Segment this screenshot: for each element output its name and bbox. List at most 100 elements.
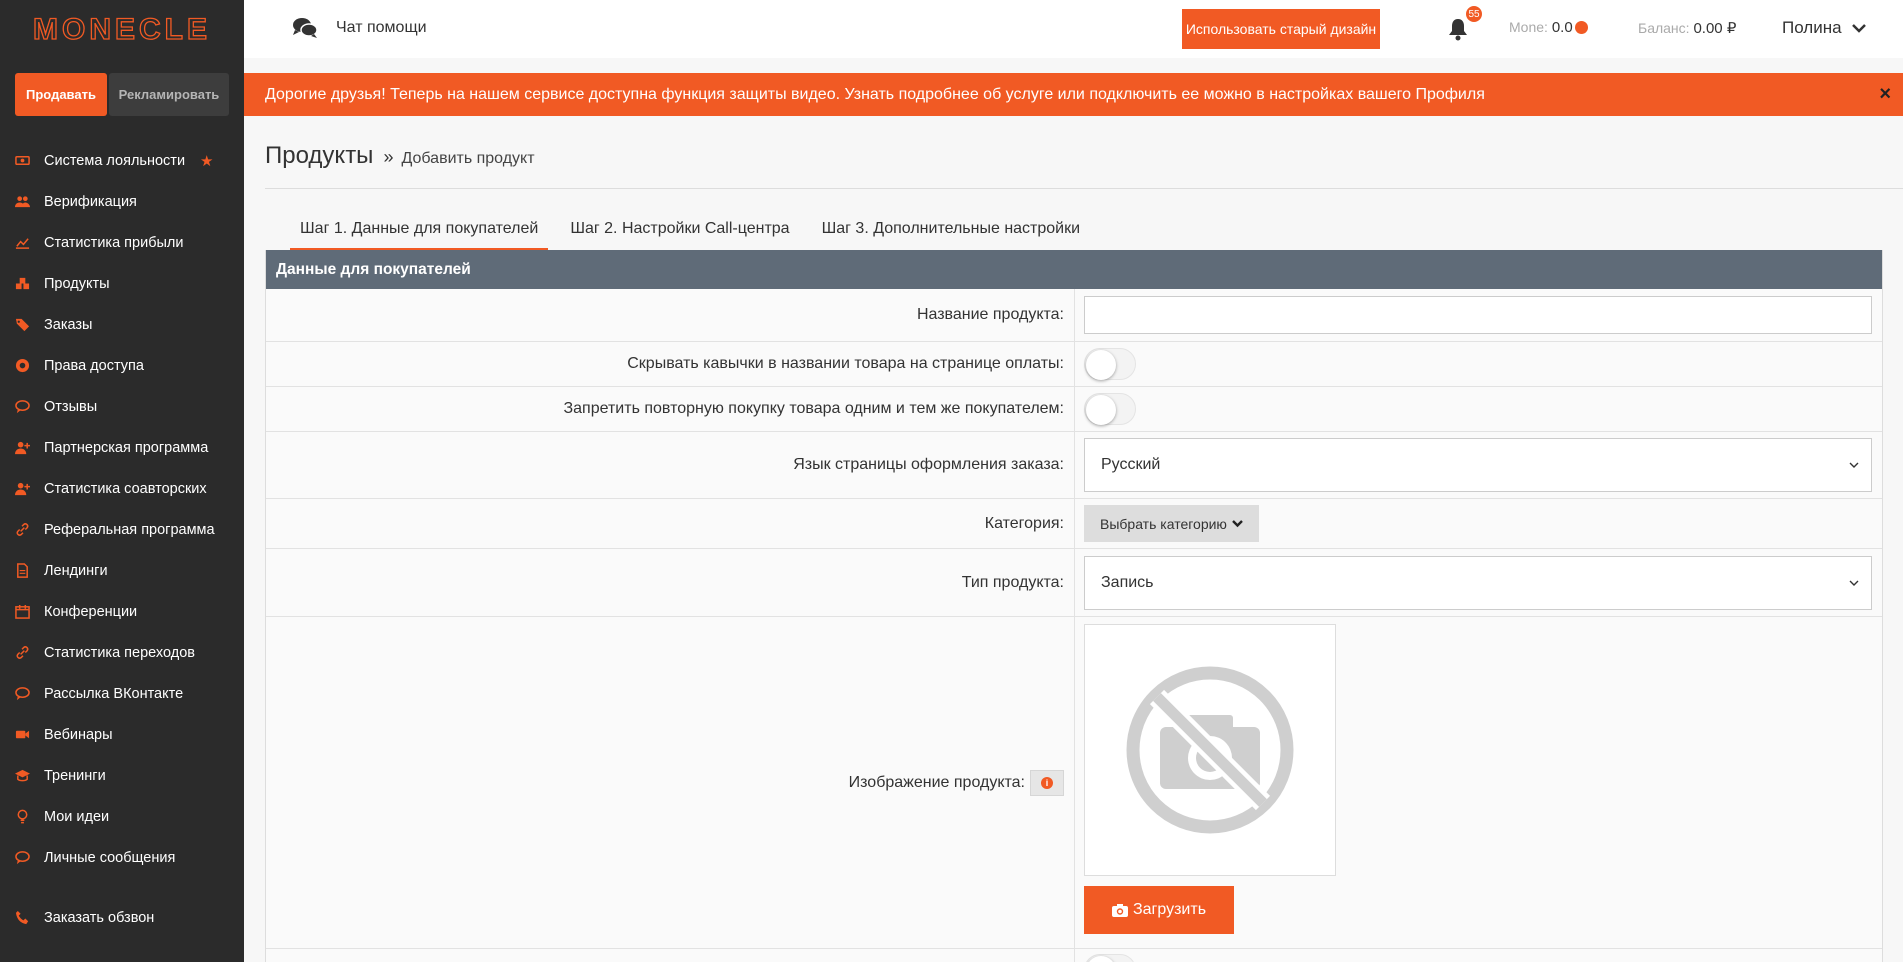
- comments-icon: [14, 686, 30, 702]
- form-row-category: Категория: Выбрать категорию: [266, 499, 1882, 549]
- user-plus-icon: [14, 481, 30, 497]
- video-icon: [14, 727, 30, 743]
- file-icon: [14, 563, 30, 579]
- toggle-knob: [1086, 395, 1116, 425]
- form-row-hide-quotes: Скрывать кавычки в названии товара на ст…: [266, 342, 1882, 387]
- comments-icon: [14, 399, 30, 415]
- logo-text: MONECLE: [32, 12, 211, 46]
- next-row-label: [266, 949, 1075, 962]
- hide-quotes-toggle[interactable]: [1084, 348, 1136, 380]
- tab-step-2[interactable]: Шаг 2. Настройки Call-центра: [560, 218, 799, 251]
- breadcrumb-separator: »: [383, 147, 394, 167]
- users-icon: [14, 194, 30, 210]
- product-type-value: Запись: [1101, 573, 1154, 591]
- form-row-product-type: Тип продукта: Запись: [266, 549, 1882, 617]
- star-icon[interactable]: ★: [200, 152, 213, 170]
- line-chart-icon: [14, 235, 30, 251]
- sidebar-item-label: Тренинги: [44, 767, 106, 784]
- sidebar-item-order-call[interactable]: Заказать обзвон: [0, 897, 154, 938]
- forbid-repeat-label: Запретить повторную покупку товара одним…: [266, 387, 1075, 431]
- notification-badge: 55: [1466, 6, 1482, 22]
- sidebar-item-vk-mailing[interactable]: Рассылка ВКонтакте: [0, 673, 244, 714]
- user-menu[interactable]: Полина: [1782, 18, 1866, 38]
- choose-category-button[interactable]: Выбрать категорию: [1084, 505, 1259, 542]
- sidebar-item-landings[interactable]: Лендинги: [0, 550, 244, 591]
- sidebar-item-traffic-stats[interactable]: Статистика переходов: [0, 632, 244, 673]
- phone-icon: [14, 910, 30, 926]
- link-icon: [14, 522, 30, 538]
- tab-step-3[interactable]: Шаг 3. Дополнительные настройки: [812, 218, 1090, 251]
- help-chat-link[interactable]: Чат помощи: [292, 17, 427, 39]
- sidebar-item-partner-program[interactable]: Партнерская программа: [0, 427, 244, 468]
- language-select[interactable]: Русский: [1084, 438, 1872, 492]
- announcement-banner: Дорогие друзья! Теперь на нашем сервисе …: [244, 73, 1903, 116]
- sidebar-item-label: Лендинги: [44, 562, 108, 579]
- breadcrumb-current: Добавить продукт: [401, 150, 535, 167]
- choose-category-label: Выбрать категорию: [1100, 515, 1227, 532]
- lightbulb-icon: [14, 809, 30, 825]
- sidebar-item-label: Мои идеи: [44, 808, 110, 825]
- product-name-label: Название продукта:: [266, 289, 1075, 341]
- comments-icon: [293, 18, 318, 38]
- sidebar-item-label: Партнерская программа: [44, 439, 209, 456]
- monne-balance: Monе: 0.0: [1509, 19, 1588, 36]
- sidebar-item-label: Статистика переходов: [44, 644, 195, 661]
- sidebar-item-coauthor-stats[interactable]: Статистика соавторских: [0, 468, 244, 509]
- product-name-input[interactable]: [1084, 296, 1872, 334]
- help-chat-label: Чат помощи: [336, 19, 427, 36]
- sidebar-item-products[interactable]: Продукты: [0, 263, 244, 304]
- next-toggle[interactable]: [1084, 954, 1136, 962]
- cubes-icon: [14, 276, 30, 292]
- sidebar-item-label: Отзывы: [44, 398, 98, 415]
- product-type-select[interactable]: Запись: [1084, 555, 1872, 610]
- close-icon[interactable]: ×: [1879, 84, 1891, 104]
- chevron-down-icon: [1232, 519, 1243, 527]
- balance: Баланс: 0.00 ₽: [1638, 19, 1736, 37]
- chevron-down-icon: [1851, 24, 1866, 33]
- product-image-label-cell: Изображение продукта: i: [266, 617, 1075, 948]
- advertise-button[interactable]: Рекламировать: [109, 73, 229, 116]
- form-row-forbid-repeat: Запретить повторную покупку товара одним…: [266, 387, 1882, 432]
- bell-icon[interactable]: [1447, 17, 1469, 41]
- sidebar-item-conferences[interactable]: Конференции: [0, 591, 244, 632]
- sidebar-item-label: Реферальная программа: [44, 521, 215, 538]
- sidebar-item-webinars[interactable]: Вебинары: [0, 714, 244, 755]
- sidebar-item-label: Заказы: [44, 316, 93, 333]
- sidebar-item-trainings[interactable]: Тренинги: [0, 755, 244, 796]
- graduation-cap-icon: [14, 768, 30, 784]
- breadcrumb: Продукты » Добавить продукт: [265, 142, 535, 170]
- tab-step-1[interactable]: Шаг 1. Данные для покупателей: [290, 218, 549, 251]
- sidebar-item-referral-program[interactable]: Реферальная программа: [0, 509, 244, 550]
- divider: [265, 188, 1903, 189]
- sidebar-item-access-rights[interactable]: Права доступа: [0, 345, 244, 386]
- sidebar-item-reviews[interactable]: Отзывы: [0, 386, 244, 427]
- language-value: Русский: [1101, 456, 1161, 473]
- category-label: Категория:: [266, 499, 1075, 548]
- sidebar-item-messages[interactable]: Личные сообщения: [0, 837, 244, 878]
- sidebar-item-label: Статистика соавторских: [44, 480, 207, 497]
- product-image-label: Изображение продукта:: [848, 773, 1025, 791]
- sidebar-item-label: Личные сообщения: [44, 849, 176, 866]
- sidebar-item-verification[interactable]: Верификация: [0, 181, 244, 222]
- sidebar-item-profit-stats[interactable]: Статистика прибыли: [0, 222, 244, 263]
- sidebar-item-my-ideas[interactable]: Мои идеи: [0, 796, 244, 837]
- sidebar-item-orders[interactable]: Заказы: [0, 304, 244, 345]
- sidebar-item-label: Права доступа: [44, 357, 144, 374]
- logo[interactable]: MONECLE: [0, 0, 244, 60]
- page-title[interactable]: Продукты: [265, 142, 373, 170]
- sell-button[interactable]: Продавать: [15, 73, 107, 116]
- banner-text: Дорогие друзья! Теперь на нашем сервисе …: [265, 85, 1485, 103]
- use-old-design-button[interactable]: Использовать старый дизайн: [1182, 9, 1380, 49]
- upload-label: Загрузить: [1132, 901, 1207, 918]
- info-button[interactable]: i: [1030, 769, 1064, 796]
- chevron-down-icon: [1849, 462, 1859, 468]
- sidebar-item-loyalty[interactable]: Система лояльности ★: [0, 140, 244, 181]
- sidebar-item-label: Верификация: [44, 193, 137, 210]
- sidebar-item-label: Конференции: [44, 603, 138, 620]
- image-placeholder: [1084, 624, 1336, 876]
- sidebar-item-label: Вебинары: [44, 726, 113, 743]
- upload-button[interactable]: Загрузить: [1084, 886, 1234, 934]
- form-row-product-name: Название продукта:: [266, 289, 1882, 342]
- forbid-repeat-toggle[interactable]: [1084, 393, 1136, 425]
- monne-value: 0.0: [1551, 19, 1573, 36]
